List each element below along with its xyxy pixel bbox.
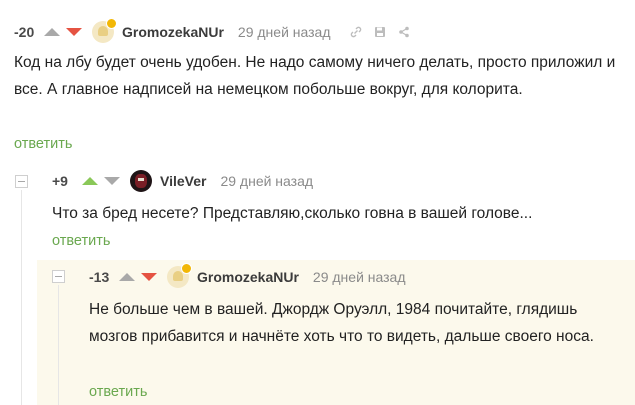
avatar[interactable] bbox=[130, 170, 152, 192]
thread-line bbox=[58, 285, 59, 405]
comment-text: Не больше чем в вашей. Джордж Оруэлл, 19… bbox=[89, 301, 594, 345]
comment-time[interactable]: 29 дней назад bbox=[220, 173, 313, 189]
comment-time[interactable]: 29 дней назад bbox=[313, 269, 406, 285]
comment-time[interactable]: 29 дней назад bbox=[238, 24, 331, 40]
comment-highlighted: -13 GromozekaNUr 29 дней назад Не больше… bbox=[37, 260, 635, 405]
comment-text: Код на лбу будет очень удобен. Не надо с… bbox=[14, 54, 616, 98]
share-icon[interactable] bbox=[397, 25, 411, 39]
comment-header: -13 GromozekaNUr 29 дней назад bbox=[89, 263, 424, 289]
collapse-thread-button[interactable] bbox=[52, 270, 65, 283]
author-name[interactable]: VileVer bbox=[160, 173, 206, 189]
upvote-icon[interactable] bbox=[44, 28, 60, 36]
comment-rating: -13 bbox=[89, 269, 110, 285]
reply-link[interactable]: ответить bbox=[52, 233, 110, 249]
link-icon[interactable] bbox=[349, 25, 363, 39]
save-icon[interactable] bbox=[373, 25, 387, 39]
reply-link[interactable]: ответить bbox=[89, 384, 147, 400]
comment: +9 VileVer 29 дней назад Что за бред нес… bbox=[0, 168, 635, 260]
author-name[interactable]: GromozekaNUr bbox=[197, 269, 299, 285]
upvote-icon[interactable] bbox=[119, 273, 135, 281]
downvote-icon[interactable] bbox=[66, 28, 82, 36]
downvote-icon[interactable] bbox=[141, 273, 157, 281]
comment-text: Что за бред несете? Представляю,сколько … bbox=[52, 205, 533, 222]
downvote-icon[interactable] bbox=[104, 177, 120, 185]
comment-rating: -20 bbox=[14, 24, 35, 40]
reply-link[interactable]: ответить bbox=[14, 136, 72, 152]
upvote-icon[interactable] bbox=[82, 177, 98, 185]
comment-header: -20 GromozekaNUr 29 дней назад bbox=[14, 18, 421, 44]
comment-rating: +9 bbox=[52, 173, 68, 189]
author-name[interactable]: GromozekaNUr bbox=[122, 24, 224, 40]
avatar[interactable] bbox=[167, 263, 192, 288]
comment-header: +9 VileVer 29 дней назад bbox=[52, 169, 331, 193]
avatar[interactable] bbox=[92, 18, 117, 43]
comment: -20 GromozekaNUr 29 дней назад Код на лб… bbox=[0, 0, 635, 168]
